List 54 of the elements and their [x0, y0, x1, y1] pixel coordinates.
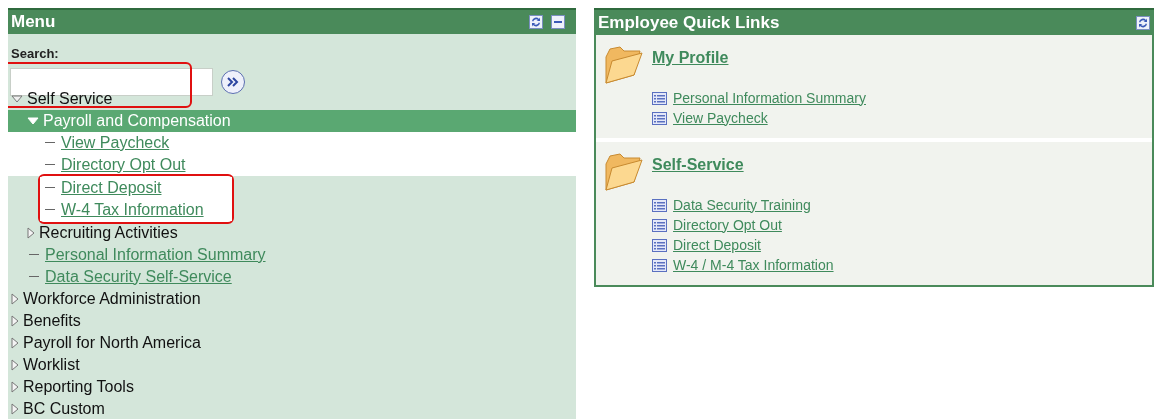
- collapsed-triangle-icon[interactable]: [11, 336, 19, 349]
- panel-title: Employee Quick Links: [598, 11, 781, 34]
- expanded-triangle-icon[interactable]: [11, 94, 23, 103]
- go-button[interactable]: [221, 69, 245, 94]
- selected-row[interactable]: Payroll and Compensation: [8, 109, 576, 132]
- refresh-icon[interactable]: [529, 15, 543, 29]
- dash-icon: [29, 253, 39, 256]
- page-icon: [652, 111, 667, 125]
- dash-icon: [45, 141, 55, 144]
- tree-link[interactable]: Personal Information Summary: [45, 246, 266, 263]
- dash-icon: [45, 208, 55, 211]
- tree-item[interactable]: Payroll for North America: [23, 334, 201, 351]
- tree-link[interactable]: W-4 Tax Information: [61, 201, 204, 218]
- tree-item[interactable]: Workforce Administration: [23, 290, 201, 307]
- page-icon: [652, 91, 667, 105]
- page-icon: [652, 238, 667, 252]
- quick-link[interactable]: View Paycheck: [673, 107, 768, 129]
- folder-icon: [604, 43, 644, 85]
- dash-icon: [29, 275, 39, 278]
- quick-link[interactable]: Data Security Training: [673, 194, 811, 216]
- chevron-icon: [227, 76, 239, 87]
- tree-item[interactable]: Worklist: [23, 356, 80, 373]
- collapsed-triangle-icon[interactable]: [11, 380, 19, 393]
- quick-link[interactable]: Directory Opt Out: [673, 214, 782, 236]
- tree-link[interactable]: Directory Opt Out: [61, 156, 186, 173]
- page-icon: [652, 218, 667, 232]
- page-icon: [652, 258, 667, 272]
- tree-link[interactable]: Direct Deposit: [61, 179, 162, 196]
- quick-link[interactable]: Direct Deposit: [673, 234, 761, 256]
- section-link[interactable]: Self-Service: [652, 153, 834, 177]
- collapsed-triangle-icon[interactable]: [11, 292, 19, 305]
- minimize-icon[interactable]: [551, 15, 565, 29]
- dash-icon: [45, 186, 55, 189]
- panel-title: Menu: [11, 11, 57, 34]
- search-label: Search:: [10, 45, 60, 63]
- quick-link[interactable]: Personal Information Summary: [673, 87, 866, 109]
- tree-link[interactable]: View Paycheck: [61, 134, 170, 151]
- tree-item[interactable]: Recruiting Activities: [39, 224, 178, 241]
- section-link[interactable]: My Profile: [652, 46, 866, 70]
- page-icon: [652, 198, 667, 212]
- tree-item[interactable]: Benefits: [23, 312, 81, 329]
- refresh-icon[interactable]: [1136, 15, 1150, 30]
- dash-icon: [45, 163, 55, 166]
- tree-item[interactable]: Payroll and Compensation: [43, 112, 231, 129]
- tree-item[interactable]: BC Custom: [23, 400, 105, 417]
- quick-link[interactable]: W-4 / M-4 Tax Information: [673, 254, 834, 276]
- collapsed-triangle-icon[interactable]: [11, 314, 19, 327]
- folder-icon: [604, 150, 644, 192]
- collapsed-triangle-icon[interactable]: [11, 402, 19, 415]
- tree-item[interactable]: Self Service: [27, 90, 113, 107]
- tree-item[interactable]: Reporting Tools: [23, 378, 134, 395]
- collapsed-triangle-icon[interactable]: [27, 226, 35, 239]
- collapsed-triangle-icon[interactable]: [11, 358, 19, 371]
- tree-link[interactable]: Data Security Self-Service: [45, 268, 232, 285]
